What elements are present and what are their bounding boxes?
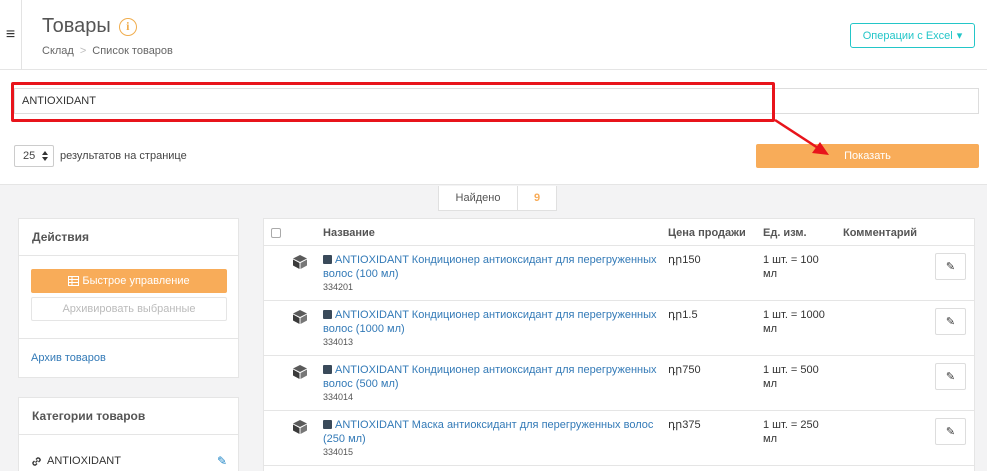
product-unit: 1 шт. = 1000 мл [763, 309, 825, 335]
category-label: ANTIOXIDANT [47, 455, 121, 467]
link-icon [32, 456, 41, 466]
product-archive-link[interactable]: Архив товаров [31, 352, 106, 364]
pencil-icon: ✎ [945, 261, 956, 273]
product-box-icon [293, 365, 307, 379]
page-header: ≡ Товары i Склад > Список товаров Операц… [0, 0, 987, 70]
pencil-icon: ✎ [945, 316, 956, 328]
table-icon [68, 276, 80, 286]
edit-button[interactable]: ✎ [935, 363, 966, 390]
pencil-icon[interactable]: ✎ [217, 454, 227, 468]
products-table: Название Цена продажи Ед. изм. Комментар… [263, 218, 975, 471]
edit-button[interactable]: ✎ [935, 308, 966, 335]
quick-management-label: Быстрое управление [82, 275, 190, 287]
edit-button[interactable]: ✎ [935, 253, 966, 280]
pencil-icon: ✎ [945, 426, 956, 438]
column-price[interactable]: Цена продажи [668, 227, 746, 239]
product-name: ANTIOXIDANT Кондиционер антиоксидант для… [323, 254, 657, 280]
pencil-icon: ✎ [945, 371, 956, 383]
product-price: դր750 [668, 364, 701, 376]
per-page-select[interactable]: 25 [14, 145, 54, 167]
product-name-link[interactable]: ANTIOXIDANT Кондиционер антиоксидант для… [323, 363, 658, 391]
edit-button[interactable]: ✎ [935, 418, 966, 445]
show-button[interactable]: Показать [756, 144, 979, 168]
product-box-icon [293, 310, 307, 324]
breadcrumb: Склад > Список товаров [42, 45, 173, 57]
product-tag-icon [323, 255, 332, 264]
quick-management-button[interactable]: Быстрое управление [31, 269, 227, 293]
actions-panel: Действия Быстрое управление Архивировать… [18, 218, 239, 378]
page-title: Товары [42, 15, 111, 37]
table-row: ANTIOXIDANT Маска антиоксидант для перег… [264, 411, 974, 466]
column-name[interactable]: Название [323, 227, 375, 239]
product-tag-icon [323, 310, 332, 319]
product-box-icon [293, 255, 307, 269]
product-unit: 1 шт. = 500 мл [763, 364, 819, 390]
breadcrumb-separator: > [79, 45, 87, 57]
product-code: 334014 [323, 392, 354, 402]
search-input[interactable] [14, 88, 979, 114]
actions-title: Действия [19, 219, 238, 256]
sort-arrows-icon [42, 151, 48, 161]
excel-operations-button[interactable]: Операции с Excel ▾ [850, 23, 975, 48]
product-code: 334013 [323, 337, 354, 347]
categories-panel: Категории товаров ANTIOXIDANT ✎ [18, 397, 239, 471]
column-comment: Комментарий [843, 227, 918, 239]
archive-selected-button[interactable]: Архивировать выбранные [31, 297, 227, 321]
product-tag-icon [323, 365, 332, 374]
select-all-checkbox[interactable] [271, 228, 281, 238]
info-icon[interactable]: i [118, 17, 137, 36]
column-unit[interactable]: Ед. изм. [763, 227, 807, 239]
category-item[interactable]: ANTIOXIDANT [31, 455, 121, 467]
product-name: ANTIOXIDANT Кондиционер антиоксидант для… [323, 309, 657, 335]
chevron-down-icon: ▾ [956, 30, 963, 42]
product-unit: 1 шт. = 250 мл [763, 419, 819, 445]
product-name: ANTIOXIDANT Кондиционер антиоксидант для… [323, 364, 657, 390]
per-page-control: 25 результатов на странице [14, 145, 187, 167]
panel-divider [19, 338, 238, 339]
found-count: 9 [533, 192, 541, 204]
table-row: ANTIOXIDANT Кондиционер антиоксидант для… [264, 356, 974, 411]
table-header: Название Цена продажи Ед. изм. Комментар… [264, 219, 974, 246]
per-page-value: 25 [23, 150, 36, 162]
product-name-link[interactable]: ANTIOXIDANT Маска антиоксидант для перег… [323, 418, 658, 446]
product-price: դր150 [668, 254, 701, 266]
product-box-icon [293, 420, 307, 434]
product-price: դր1.5 [668, 309, 698, 321]
product-name-link[interactable]: ANTIOXIDANT Кондиционер антиоксидант для… [323, 253, 658, 281]
product-price: դր375 [668, 419, 701, 431]
breadcrumb-product-list: Список товаров [92, 45, 173, 57]
found-tabs: Найдено 9 [438, 186, 557, 211]
hamburger-menu-icon[interactable]: ≡ [0, 0, 22, 70]
breadcrumb-warehouse[interactable]: Склад [42, 45, 74, 57]
excel-operations-label: Операции с Excel [862, 29, 953, 42]
product-tag-icon [323, 420, 332, 429]
per-page-label: результатов на странице [60, 150, 187, 162]
product-code: 334015 [323, 447, 354, 457]
product-unit: 1 шт. = 100 мл [763, 254, 819, 280]
product-name-link[interactable]: ANTIOXIDANT Кондиционер антиоксидант для… [323, 308, 658, 336]
categories-title: Категории товаров [19, 398, 238, 435]
table-row: ANTIOXIDANT Кондиционер антиоксидант для… [264, 246, 974, 301]
search-area: 25 результатов на странице Показать [0, 70, 987, 185]
found-label[interactable]: Найдено [439, 186, 518, 210]
product-code: 334201 [323, 282, 354, 292]
table-row: ANTIOXIDANT Кондиционер антиоксидант для… [264, 301, 974, 356]
title-wrap: Товары i [42, 15, 137, 38]
product-name: ANTIOXIDANT Маска антиоксидант для перег… [323, 419, 654, 445]
